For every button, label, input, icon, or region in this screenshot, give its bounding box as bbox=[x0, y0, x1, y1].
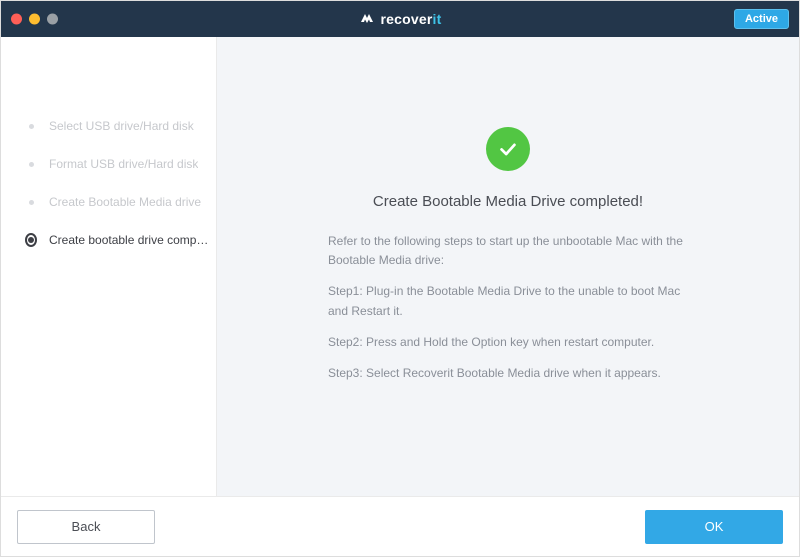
sidebar-step-label: Select USB drive/Hard disk bbox=[49, 119, 194, 133]
sidebar-step-label: Format USB drive/Hard disk bbox=[49, 157, 198, 171]
instructions: Refer to the following steps to start up… bbox=[328, 232, 688, 395]
titlebar: recoverit Active bbox=[1, 1, 799, 37]
sidebar-step-label: Create bootable drive compl... bbox=[49, 233, 209, 247]
brand-mark-icon bbox=[359, 11, 375, 27]
bullet-icon bbox=[25, 120, 37, 132]
radio-active-icon bbox=[25, 234, 37, 246]
bullet-icon bbox=[25, 158, 37, 170]
main-area: Select USB drive/Hard disk Format USB dr… bbox=[1, 37, 799, 496]
active-badge[interactable]: Active bbox=[734, 9, 789, 29]
instruction-step3: Step3: Select Recoverit Bootable Media d… bbox=[328, 364, 688, 383]
footer: Back OK bbox=[1, 496, 799, 556]
close-icon[interactable] bbox=[11, 14, 22, 25]
brand-prefix: recover bbox=[381, 11, 433, 27]
brand-logo: recoverit bbox=[359, 11, 442, 27]
sidebar-step-completed[interactable]: Create bootable drive compl... bbox=[1, 221, 216, 259]
brand-name: recoverit bbox=[381, 11, 442, 27]
brand-suffix: it bbox=[433, 11, 442, 27]
sidebar-step-create-bootable[interactable]: Create Bootable Media drive bbox=[1, 183, 216, 221]
sidebar: Select USB drive/Hard disk Format USB dr… bbox=[1, 37, 217, 496]
maximize-icon[interactable] bbox=[47, 14, 58, 25]
sidebar-step-select-usb[interactable]: Select USB drive/Hard disk bbox=[1, 107, 216, 145]
content-panel: Create Bootable Media Drive completed! R… bbox=[217, 37, 799, 496]
back-button[interactable]: Back bbox=[17, 510, 155, 544]
instruction-step2: Step2: Press and Hold the Option key whe… bbox=[328, 333, 688, 352]
instruction-step1: Step1: Plug-in the Bootable Media Drive … bbox=[328, 282, 688, 320]
sidebar-step-label: Create Bootable Media drive bbox=[49, 195, 201, 209]
sidebar-step-format-usb[interactable]: Format USB drive/Hard disk bbox=[1, 145, 216, 183]
window-controls bbox=[11, 14, 58, 25]
instruction-intro: Refer to the following steps to start up… bbox=[328, 232, 688, 270]
ok-button[interactable]: OK bbox=[645, 510, 783, 544]
bullet-icon bbox=[25, 196, 37, 208]
success-check-icon bbox=[486, 127, 530, 171]
minimize-icon[interactable] bbox=[29, 14, 40, 25]
content-title: Create Bootable Media Drive completed! bbox=[373, 193, 643, 210]
